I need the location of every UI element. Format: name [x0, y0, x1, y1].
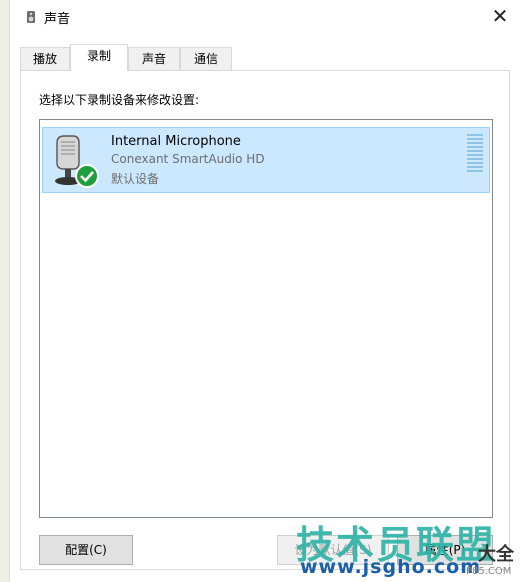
- instruction-label: 选择以下录制设备来修改设置:: [39, 93, 200, 107]
- tab-communications[interactable]: 通信: [180, 47, 232, 71]
- tab-bar: 播放 录制 声音 通信: [20, 44, 510, 71]
- device-subtitle: Conexant SmartAudio HD: [111, 152, 265, 166]
- tab-sounds[interactable]: 声音: [128, 47, 180, 71]
- device-status: 默认设备: [111, 172, 160, 186]
- device-name: Internal Microphone: [111, 134, 241, 149]
- level-meter-bar: [467, 170, 483, 172]
- tab-recording[interactable]: 录制: [70, 44, 128, 71]
- level-meter-bar: [467, 134, 483, 136]
- microphone-icon: [55, 135, 99, 188]
- window-title: 声音: [44, 12, 71, 27]
- watermark-url: www.jsgho.com: [300, 556, 481, 578]
- tab-playback[interactable]: 播放: [20, 47, 70, 71]
- background-window-strip: [0, 0, 10, 582]
- level-meter-bar: [467, 142, 483, 144]
- close-button[interactable]: ✕: [485, 2, 515, 30]
- title-bar: 声音 ✕: [10, 0, 523, 34]
- level-meter-bar: [467, 138, 483, 140]
- level-meter: [467, 134, 483, 176]
- device-list[interactable]: Internal Microphone Conexant SmartAudio …: [39, 119, 493, 518]
- level-meter-bar: [467, 162, 483, 164]
- level-meter-bar: [467, 166, 483, 168]
- configure-button[interactable]: 配置(C): [39, 535, 133, 565]
- watermark-suffix: 大全: [478, 544, 514, 565]
- close-icon: ✕: [491, 4, 509, 28]
- level-meter-bar: [467, 146, 483, 148]
- level-meter-bar: [467, 150, 483, 152]
- level-meter-bar: [467, 154, 483, 156]
- recording-panel: 选择以下录制设备来修改设置: Internal Microphone Conex…: [20, 70, 510, 570]
- watermark-small: P85.COM: [466, 566, 512, 577]
- speaker-icon: [27, 11, 35, 23]
- device-item-internal-microphone[interactable]: Internal Microphone Conexant SmartAudio …: [42, 127, 490, 193]
- level-meter-bar: [467, 158, 483, 160]
